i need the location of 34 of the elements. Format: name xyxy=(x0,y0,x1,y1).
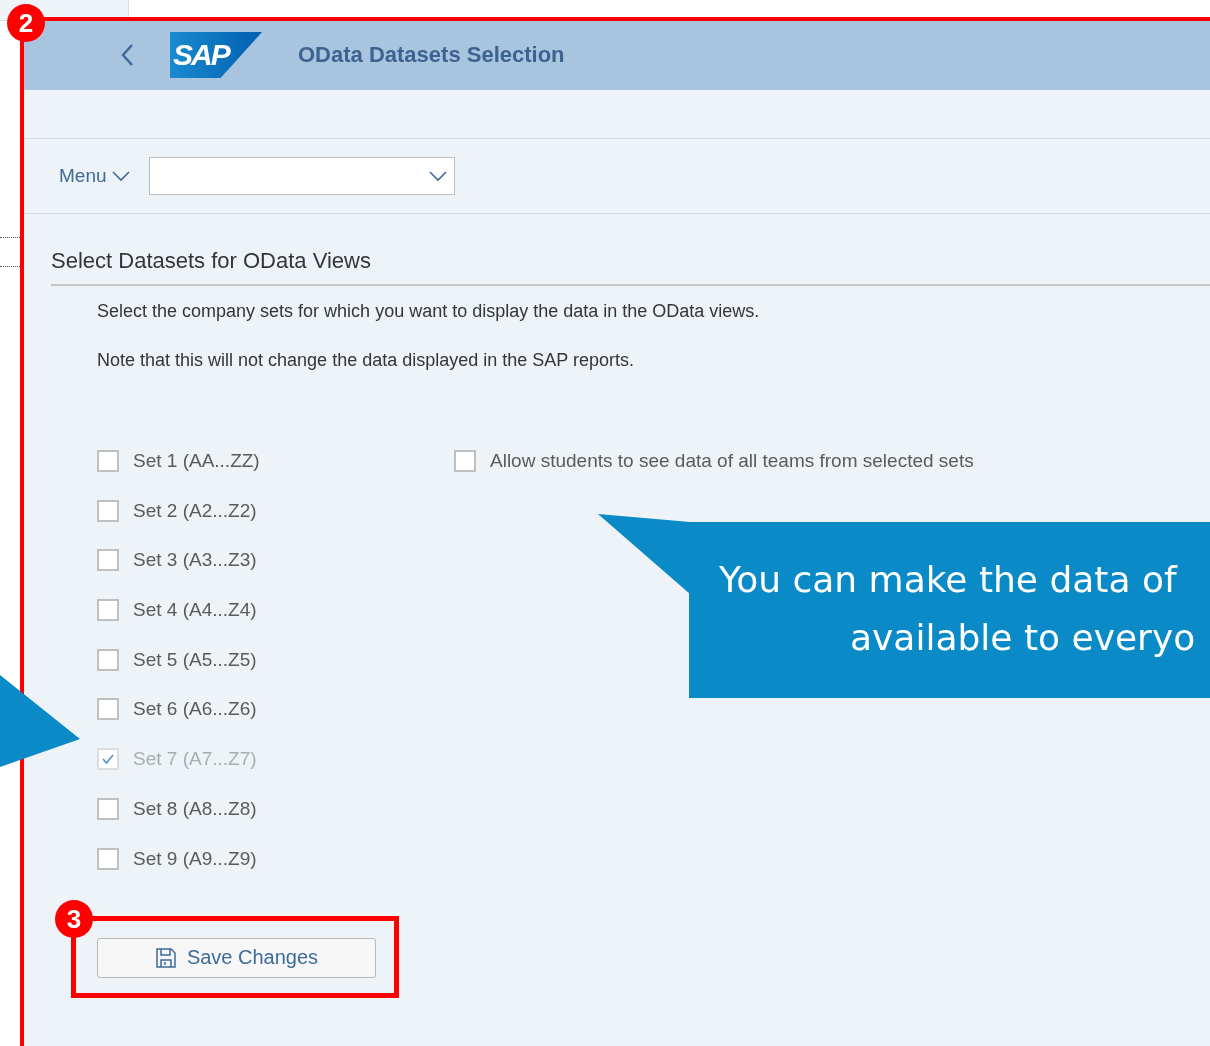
checkbox[interactable] xyxy=(97,797,119,820)
menu-button[interactable]: Menu xyxy=(59,165,131,187)
dropdown-field[interactable] xyxy=(0,237,22,267)
sap-logo: SAP xyxy=(170,32,262,78)
checkmark-icon xyxy=(101,753,115,766)
page-title: OData Datasets Selection xyxy=(298,42,565,68)
checkbox-label: Set 2 (A2...Z2) xyxy=(133,499,257,522)
checkbox[interactable] xyxy=(97,450,119,472)
checkbox[interactable] xyxy=(97,499,119,522)
checkbox-label: Set 9 (A9...Z9) xyxy=(133,847,257,870)
dropdown-field[interactable] xyxy=(148,157,455,195)
checkbox[interactable] xyxy=(97,599,119,622)
checkbox-label: Set 7 (A7...Z7) xyxy=(133,748,257,771)
callout-text: You can make the data of xyxy=(719,558,1177,602)
chevron-down-icon xyxy=(110,170,131,182)
checkbox[interactable] xyxy=(454,450,476,472)
checkbox[interactable] xyxy=(97,549,119,572)
save-button[interactable]: Save Changes xyxy=(97,937,376,978)
checkbox-label: Set 6 (A6...Z6) xyxy=(133,698,257,721)
checkbox[interactable] xyxy=(97,698,119,721)
description-text: Note that this will not change the data displayed in the SAP reports. xyxy=(97,349,635,371)
section-title: Select Datasets for OData Views xyxy=(51,248,1210,286)
checkbox[interactable] xyxy=(97,847,119,870)
checkbox[interactable] xyxy=(97,648,119,671)
checkbox-label: Set 1 (AA...ZZ) xyxy=(133,450,260,472)
chevron-down-icon xyxy=(427,170,448,182)
back-icon[interactable] xyxy=(120,43,134,67)
checkbox-label: Set 3 (A3...Z3) xyxy=(133,549,257,572)
callout-text: available to everyo xyxy=(850,616,1196,660)
checkbox-label: Set 4 (A4...Z4) xyxy=(133,599,257,622)
checkbox-label: Set 5 (A5...Z5) xyxy=(133,648,257,671)
checkbox-label: Set 8 (A8...Z8) xyxy=(133,797,257,820)
description-text: Select the company sets for which you want to display the data in the OData views. xyxy=(97,300,761,322)
checkbox-label: Allow students to see data of all teams from selected sets xyxy=(490,450,974,472)
